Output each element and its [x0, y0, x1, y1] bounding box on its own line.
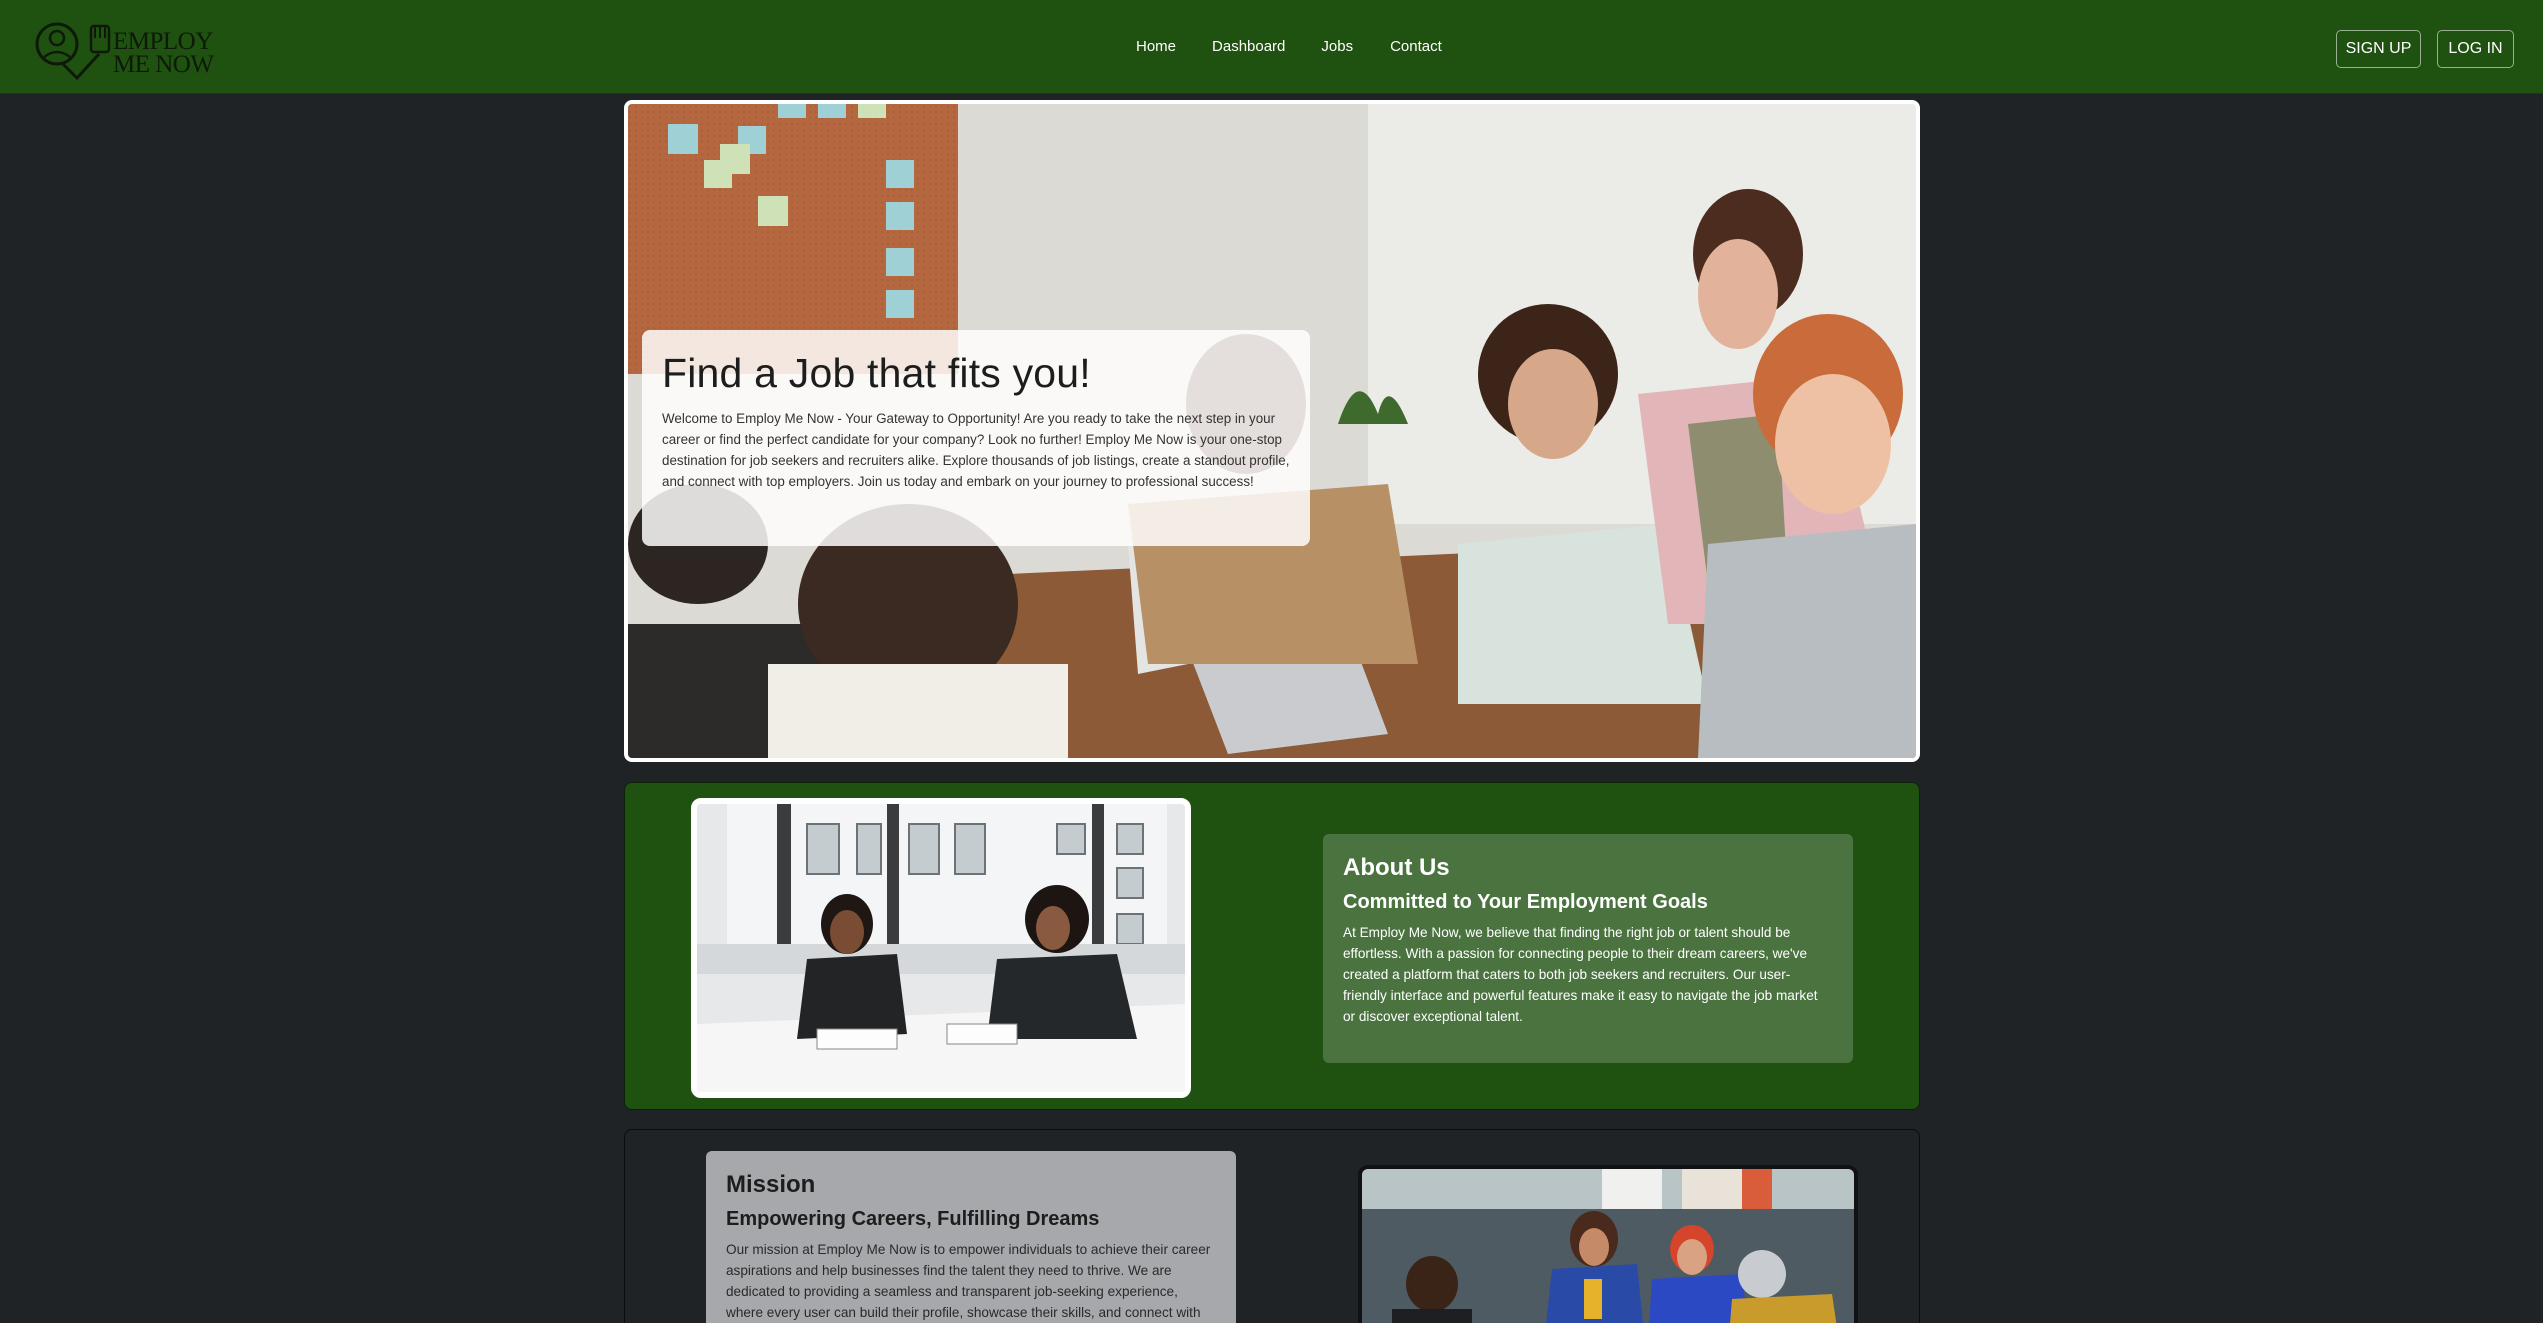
nav-link-jobs[interactable]: Jobs [1321, 38, 1353, 55]
handshake-logo-icon [35, 22, 111, 81]
nav-link-contact[interactable]: Contact [1390, 38, 1442, 55]
mission-team-photo [1358, 1165, 1858, 1323]
about-meeting-photo [691, 798, 1191, 1098]
mission-heading: Mission [726, 1171, 816, 1198]
login-button[interactable]: LOG IN [2437, 30, 2514, 68]
brand-line-1: EMPLOY [113, 28, 213, 55]
about-section: About Us Committed to Your Employment Go… [624, 782, 1920, 1110]
brand-logo[interactable]: EMPLOY ME NOW [33, 20, 223, 86]
hero-description: Welcome to Employ Me Now - Your Gateway … [662, 411, 1290, 489]
top-navbar: EMPLOY ME NOW Home Dashboard Jobs Contac… [0, 0, 2543, 94]
brand-line-2: ME NOW [113, 51, 214, 78]
hero-section: Find a Job that fits you! Welcome to Emp… [624, 100, 1920, 762]
about-text: At Employ Me Now, we believe that findin… [1343, 925, 1818, 1024]
signup-button[interactable]: SIGN UP [2336, 30, 2421, 68]
main-nav: Home Dashboard Jobs Contact [1136, 38, 1442, 55]
about-heading: About Us [1343, 854, 1450, 881]
mission-text: Our mission at Employ Me Now is to empow… [726, 1242, 1211, 1320]
about-card: About Us Committed to Your Employment Go… [1323, 834, 1853, 1063]
about-subheading: Committed to Your Employment Goals [1343, 891, 1708, 913]
nav-link-dashboard[interactable]: Dashboard [1212, 38, 1285, 55]
mission-section: Mission Empowering Careers, Fulfilling D… [624, 1129, 1920, 1323]
meeting-image [697, 804, 1185, 1092]
mission-subheading: Empowering Careers, Fulfilling Dreams [726, 1208, 1100, 1230]
hero-intro-card: Find a Job that fits you! Welcome to Emp… [642, 330, 1310, 546]
brand-wordmark: EMPLOY ME NOW [113, 28, 214, 78]
team-image [1362, 1169, 1854, 1323]
hero-title: Find a Job that fits you! [662, 350, 1091, 396]
nav-link-home[interactable]: Home [1136, 38, 1176, 55]
mission-card: Mission Empowering Careers, Fulfilling D… [706, 1151, 1236, 1323]
